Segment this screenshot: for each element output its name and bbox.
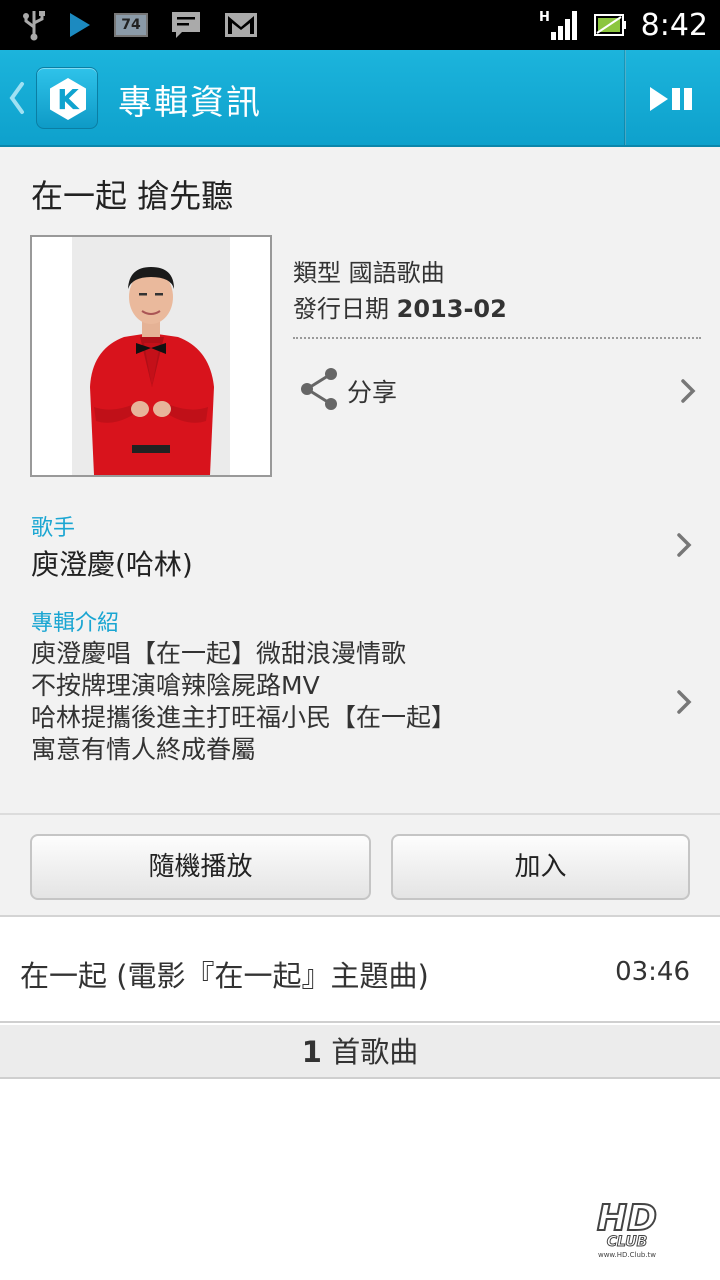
intro-text: 庾澄慶唱【在一起】微甜浪漫情歌 不按牌理演嗆辣陰屍路MV 哈林提攜後進主打旺福小… [31, 638, 456, 766]
network-type-label: H [539, 10, 550, 25]
play-pause-icon[interactable] [648, 84, 696, 114]
intro-line: 哈林提攜後進主打旺福小民【在一起】 [31, 703, 457, 732]
intro-line: 庾澄慶唱【在一起】微甜浪漫情歌 [31, 639, 407, 668]
album-cover [30, 235, 272, 477]
status-bar: 74 H 8:42 [0, 0, 720, 50]
album-title: 在一起 搶先聽 [31, 177, 234, 215]
message-icon [172, 12, 200, 38]
genre-row: 類型 國語歌曲 [293, 255, 507, 291]
release-label: 發行日期 [293, 295, 389, 323]
artist-row[interactable]: 歌手 庾澄慶(哈林) [0, 507, 720, 587]
intro-line: 寓意有情人終成眷屬 [31, 735, 257, 764]
battery-icon [593, 14, 626, 36]
chevron-right-icon [677, 690, 692, 714]
track-count-bar: 1 首歌曲 [0, 1025, 720, 1079]
album-intro-row[interactable]: 專輯介紹 庾澄慶唱【在一起】微甜浪漫情歌 不按牌理演嗆辣陰屍路MV 哈林提攜後進… [0, 602, 720, 772]
back-chevron-icon[interactable] [6, 80, 26, 116]
genre-value: 國語歌曲 [348, 259, 445, 287]
watermark-url: www.HD.Club.tw [598, 1251, 656, 1259]
add-button[interactable]: 加入 [391, 834, 690, 900]
status-bar-notifications: 74 [22, 8, 258, 42]
artist-name: 庾澄慶(哈林) [31, 548, 193, 581]
share-icon [301, 368, 337, 410]
artist-section-label: 歌手 [31, 516, 76, 541]
album-cover-image [32, 237, 270, 475]
release-value: 2013-02 [396, 295, 507, 323]
shuffle-play-button[interactable]: 隨機播放 [30, 834, 371, 900]
genre-label: 類型 [293, 259, 341, 287]
watermark-sub: CLUB [607, 1234, 647, 1250]
action-bar: K 專輯資訊 [0, 50, 720, 147]
release-row: 發行日期 2013-02 [293, 291, 507, 327]
action-buttons: 隨機播放 加入 [0, 815, 720, 917]
play-store-icon [70, 13, 90, 37]
hd-club-watermark: HD CLUB www.HD.Club.tw [596, 1197, 658, 1259]
kkbox-logo-icon: K [50, 78, 86, 120]
track-duration: 03:46 [615, 957, 690, 987]
track-count-suffix: 首歌曲 [331, 1035, 419, 1069]
status-bar-system: H 8:42 [539, 4, 708, 46]
album-meta: 類型 國語歌曲 發行日期 2013-02 [293, 255, 507, 327]
kkbox-logo[interactable]: K [36, 67, 98, 129]
meta-divider [293, 337, 701, 339]
watermark-main: HD [597, 1198, 657, 1239]
gmail-icon [225, 13, 257, 37]
page-title: 專輯資訊 [118, 83, 262, 123]
chevron-right-icon [681, 379, 696, 403]
action-bar-divider [624, 50, 626, 145]
usb-icon [23, 11, 45, 41]
intro-section-label: 專輯介紹 [31, 611, 120, 636]
intro-line: 不按牌理演嗆辣陰屍路MV [31, 671, 320, 700]
track-row[interactable]: 在一起 (電影『在一起』主題曲) 03:46 [0, 919, 720, 1023]
track-count-number: 1 [301, 1035, 322, 1069]
chevron-right-icon [677, 533, 692, 557]
album-info-panel: 在一起 搶先聽 類型 國語歌曲 發行日期 2013-02 分享 歌手 庾澄慶(哈… [0, 147, 720, 815]
share-button[interactable]: 分享 [293, 361, 703, 419]
clock: 8:42 [640, 7, 708, 43]
share-label: 分享 [347, 378, 398, 407]
logo-letter: K [57, 83, 80, 116]
signal-icon: H [539, 10, 577, 40]
track-title: 在一起 (電影『在一起』主題曲) [20, 959, 429, 993]
battery-badge-icon: 74 [114, 13, 148, 37]
